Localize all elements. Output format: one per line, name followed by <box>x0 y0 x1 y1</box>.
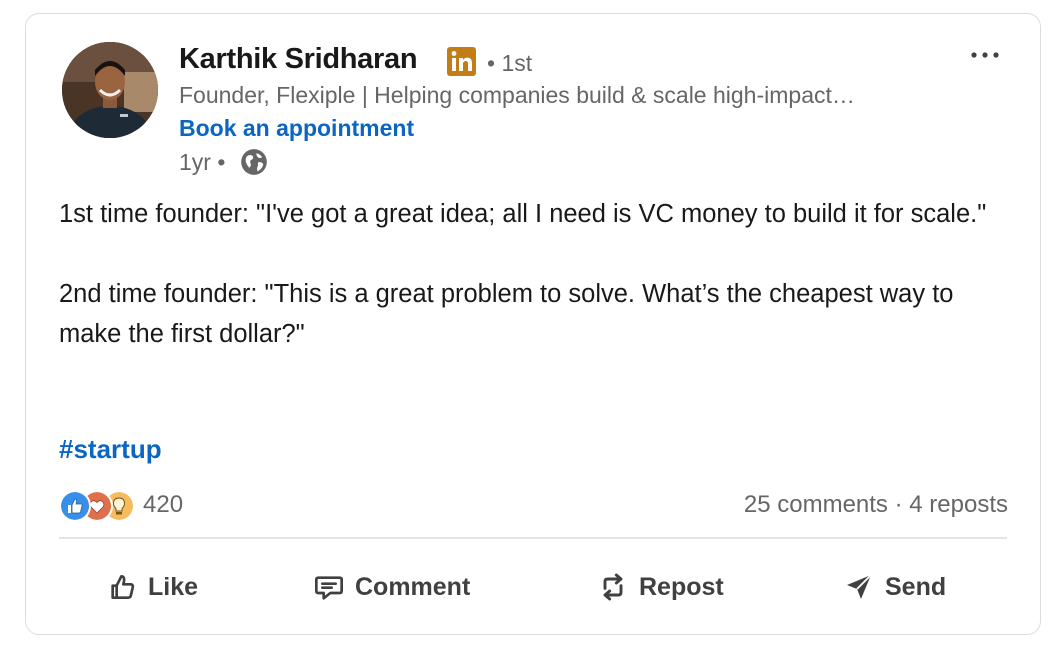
repost-icon <box>603 573 623 601</box>
comment-button[interactable]: Comment <box>313 564 470 610</box>
linkedin-premium-icon <box>447 47 476 76</box>
avatar-photo <box>62 42 158 138</box>
author-name[interactable]: Karthik Sridharan <box>179 43 418 76</box>
hashtag-link[interactable]: #startup <box>59 434 162 465</box>
divider <box>59 537 1007 539</box>
book-appointment-link[interactable]: Book an appointment <box>179 115 414 142</box>
post-paragraph-2: 2nd time founder: "This is a great probl… <box>59 280 954 348</box>
repost-label: Repost <box>639 572 724 601</box>
more-options-icon[interactable] <box>964 40 1008 70</box>
send-label: Send <box>885 572 947 601</box>
send-button[interactable]: Send <box>843 564 946 610</box>
comments-count-link[interactable]: 25 comments <box>744 491 888 518</box>
like-label: Like <box>148 572 199 601</box>
like-icon <box>59 490 91 522</box>
send-icon <box>847 574 872 599</box>
comment-label: Comment <box>355 572 471 601</box>
author-headline: Founder, Flexiple | Helping companies bu… <box>179 82 855 108</box>
reposts-count-link[interactable]: 4 reposts <box>909 491 1008 518</box>
globe-icon <box>241 149 267 175</box>
post-timestamp: 1yr • <box>179 149 226 175</box>
repost-button[interactable]: Repost <box>597 564 724 610</box>
stats-separator: · <box>894 491 903 518</box>
thumbs-up-icon <box>111 575 135 599</box>
engagement-stats: 25 comments · 4 reposts <box>744 491 1008 519</box>
post-body: 1st time founder: "I've got a great idea… <box>59 194 1009 354</box>
comment-icon <box>315 576 343 600</box>
connection-degree: • 1st <box>487 50 533 76</box>
like-button[interactable]: Like <box>106 564 198 610</box>
post-paragraph-1: 1st time founder: "I've got a great idea… <box>59 200 987 228</box>
author-avatar[interactable] <box>62 42 158 138</box>
feed-post-card: Karthik Sridharan • 1st Founder, Flexipl… <box>25 13 1041 635</box>
reaction-count: 420 <box>143 491 184 518</box>
